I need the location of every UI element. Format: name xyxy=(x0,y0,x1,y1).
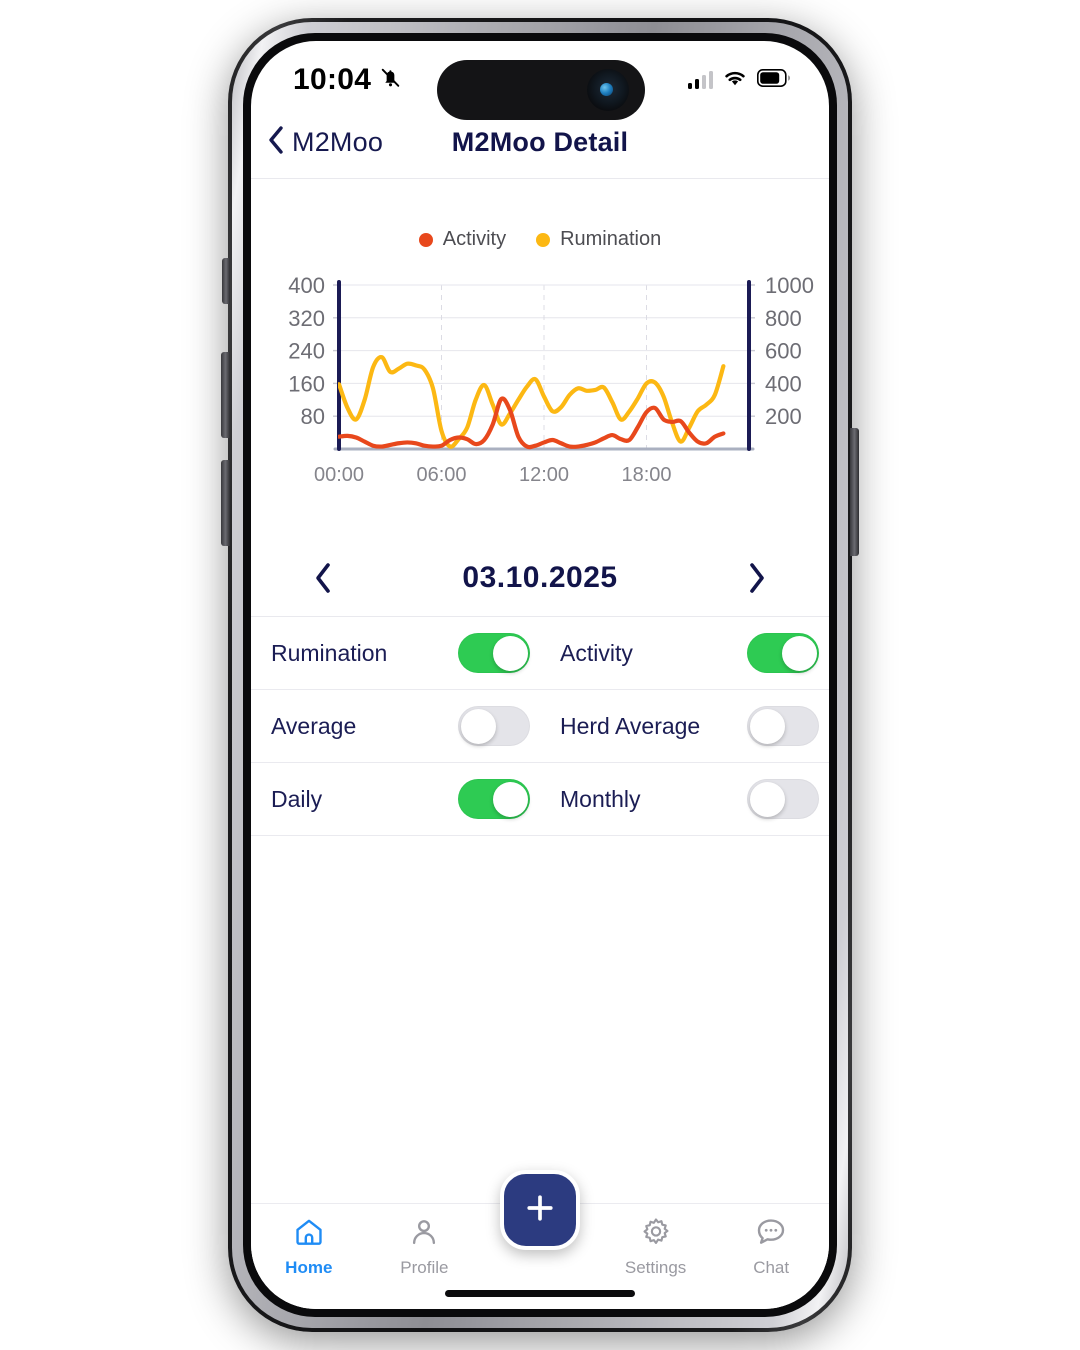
legend-dot-activity xyxy=(418,232,433,247)
toggle-cell-activity: Activity xyxy=(542,633,829,673)
tab-settings[interactable]: Settings xyxy=(598,1216,714,1278)
legend-item-activity[interactable]: Activity xyxy=(418,228,507,251)
svg-text:400: 400 xyxy=(765,371,802,396)
date-selector: 03.10.2025 xyxy=(251,539,829,617)
toggle-switch-herd-average[interactable] xyxy=(747,706,819,746)
status-bar-right xyxy=(687,68,792,92)
bell-slash-icon xyxy=(378,65,403,95)
toggle-cell-rumination: Rumination xyxy=(251,633,542,673)
legend-dot-rumination xyxy=(536,232,551,247)
legend-label-rumination: Rumination xyxy=(560,228,662,250)
dynamic-island xyxy=(437,60,645,120)
battery-icon xyxy=(757,68,791,92)
toggle-label-activity: Activity xyxy=(560,639,633,666)
svg-text:12:00: 12:00 xyxy=(519,464,569,486)
volume-down-button[interactable] xyxy=(221,460,230,546)
toggle-knob xyxy=(460,708,496,744)
tab-profile[interactable]: Profile xyxy=(367,1216,483,1278)
selected-date: 03.10.2025 xyxy=(462,560,618,594)
toggle-label-monthly: Monthly xyxy=(560,785,641,812)
toggle-cell-average: Average xyxy=(251,706,542,746)
power-button[interactable] xyxy=(850,428,859,556)
svg-text:18:00: 18:00 xyxy=(621,464,671,486)
front-camera-lens xyxy=(587,69,629,111)
svg-text:800: 800 xyxy=(765,306,802,331)
screenshot-root: 10:04 M2Moo M2Moo Detail Activity Rumina… xyxy=(0,0,1080,1350)
svg-text:400: 400 xyxy=(288,273,325,298)
silent-switch-button[interactable] xyxy=(222,258,230,304)
page-title: M2Moo Detail xyxy=(451,127,629,157)
toggle-label-herd-average: Herd Average xyxy=(560,712,701,739)
tab-chat[interactable]: Chat xyxy=(713,1216,829,1278)
svg-text:160: 160 xyxy=(288,371,325,396)
svg-text:200: 200 xyxy=(765,404,802,429)
tab-home[interactable]: Home xyxy=(251,1216,367,1278)
tab-label-chat: Chat xyxy=(753,1258,790,1277)
previous-date-button[interactable] xyxy=(313,561,333,595)
toggle-cell-herd-average: Herd Average xyxy=(542,706,829,746)
chat-bubble-icon xyxy=(755,1216,787,1253)
tab-label-profile: Profile xyxy=(400,1258,449,1277)
svg-text:00:00: 00:00 xyxy=(314,464,364,486)
svg-text:06:00: 06:00 xyxy=(416,464,466,486)
toggle-label-average: Average xyxy=(271,712,357,739)
chart-legend: Activity Rumination xyxy=(251,180,829,251)
nav-header: M2Moo M2Moo Detail xyxy=(251,119,829,179)
toggle-switch-average[interactable] xyxy=(458,706,530,746)
toggle-label-rumination: Rumination xyxy=(271,639,388,666)
svg-text:1000: 1000 xyxy=(765,273,814,298)
svg-text:240: 240 xyxy=(288,339,325,364)
phone-screen: 10:04 M2Moo M2Moo Detail Activity Rumina… xyxy=(251,41,829,1309)
svg-text:320: 320 xyxy=(288,306,325,331)
plus-icon xyxy=(523,1191,557,1230)
toggle-knob xyxy=(781,635,817,671)
home-indicator xyxy=(445,1290,635,1297)
next-date-button[interactable] xyxy=(747,561,767,595)
toggle-knob xyxy=(492,781,528,817)
wifi-icon xyxy=(722,68,748,92)
volume-up-button[interactable] xyxy=(221,352,230,438)
status-clock: 10:04 xyxy=(293,63,372,96)
home-icon xyxy=(293,1216,325,1253)
toggle-row: Rumination Activity xyxy=(251,617,829,690)
svg-text:600: 600 xyxy=(765,339,802,364)
status-bar: 10:04 xyxy=(251,41,829,120)
bottom-tab-bar: Home Profile Settings Chat xyxy=(251,1170,829,1309)
chart-plot-area[interactable]: 80 160 240 320 400 200 400 600 800 1000 00:00 06:00… xyxy=(251,271,829,501)
toggle-row: Average Herd Average xyxy=(251,690,829,763)
toggle-knob xyxy=(749,708,785,744)
toggle-knob xyxy=(492,635,528,671)
toggle-settings-list: Rumination Activity Average Herd Average… xyxy=(251,617,829,836)
toggle-switch-rumination[interactable] xyxy=(458,633,530,673)
tab-label-home: Home xyxy=(285,1258,333,1277)
tab-label-settings: Settings xyxy=(624,1258,687,1277)
chart-svg: 80 160 240 320 400 200 400 600 800 1000 00:00 06:00… xyxy=(288,273,814,486)
toggle-cell-daily: Daily xyxy=(251,779,542,819)
toggle-switch-daily[interactable] xyxy=(458,779,530,819)
legend-item-rumination[interactable]: Rumination xyxy=(536,228,661,251)
toggle-cell-monthly: Monthly xyxy=(542,779,829,819)
cellular-signal-icon xyxy=(687,71,713,89)
toggle-knob xyxy=(749,781,785,817)
toggle-label-daily: Daily xyxy=(271,785,323,812)
status-bar-left: 10:04 xyxy=(293,63,403,97)
toggle-row: Daily Monthly xyxy=(251,763,829,836)
toggle-switch-monthly[interactable] xyxy=(747,779,819,819)
toggle-switch-activity[interactable] xyxy=(747,633,819,673)
gear-icon xyxy=(640,1216,672,1253)
add-button[interactable] xyxy=(500,1170,580,1250)
legend-label-activity: Activity xyxy=(442,228,507,250)
svg-text:80: 80 xyxy=(301,404,325,429)
person-icon xyxy=(408,1216,440,1253)
